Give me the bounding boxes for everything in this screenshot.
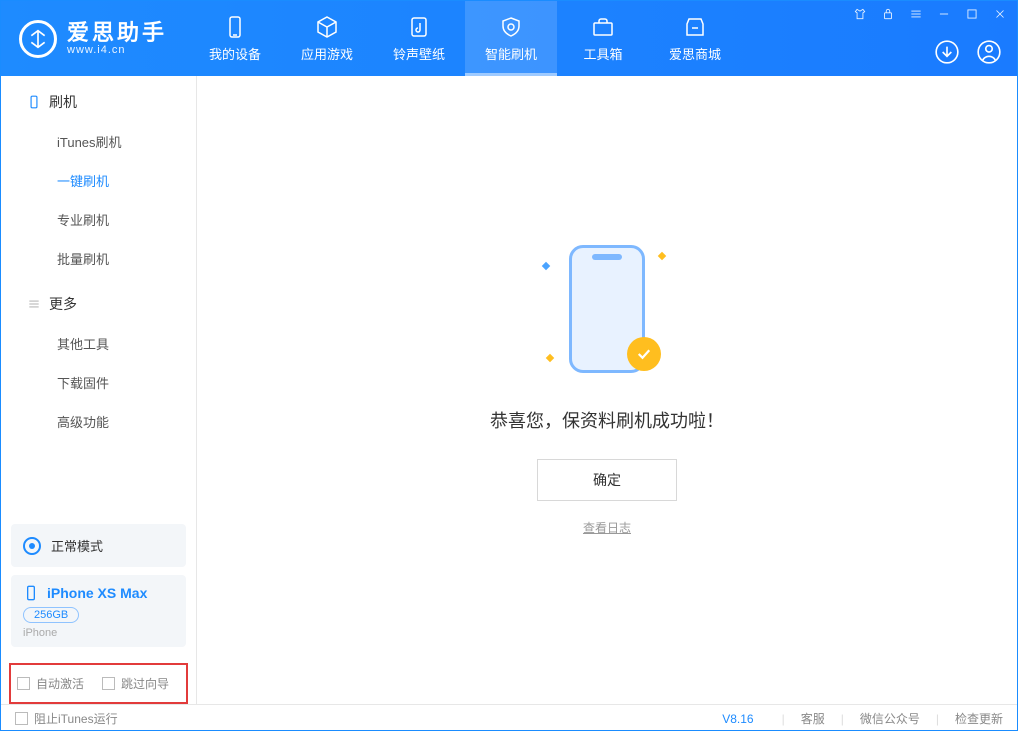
option-label: 自动激活: [36, 675, 84, 692]
sidebar-item-pro-flash[interactable]: 专业刷机: [1, 200, 196, 239]
tab-apps-games[interactable]: 应用游戏: [281, 1, 373, 76]
group-title: 更多: [49, 294, 77, 314]
tab-toolbox[interactable]: 工具箱: [557, 1, 649, 76]
titlebar: 爱思助手 www.i4.cn 我的设备 应用游戏 铃声壁纸 智能刷机 工具箱 爱…: [1, 1, 1017, 76]
maximize-icon[interactable]: [963, 5, 981, 23]
tab-label: 我的设备: [209, 44, 261, 63]
sidebar-item-other-tools[interactable]: 其他工具: [1, 324, 196, 363]
link-check-update[interactable]: 检查更新: [955, 710, 1003, 727]
ok-button[interactable]: 确定: [537, 459, 677, 501]
tab-label: 铃声壁纸: [393, 44, 445, 63]
logo-icon: [19, 20, 57, 58]
link-wechat[interactable]: 微信公众号: [860, 710, 920, 727]
tab-label: 工具箱: [584, 44, 623, 63]
checkmark-badge-icon: [627, 337, 661, 371]
mode-card[interactable]: 正常模式: [11, 524, 186, 567]
close-icon[interactable]: [991, 5, 1009, 23]
refresh-shield-icon: [498, 14, 524, 40]
mode-label: 正常模式: [51, 536, 103, 555]
store-icon: [682, 14, 708, 40]
tab-label: 应用游戏: [301, 44, 353, 63]
status-bar: 阻止iTunes运行 V8.16 | 客服 | 微信公众号 | 检查更新: [1, 704, 1017, 732]
tab-label: 爱思商城: [669, 44, 721, 63]
menu-icon[interactable]: [907, 5, 925, 23]
checkbox-icon: [15, 712, 28, 725]
sidebar-group-more: 更多: [1, 278, 196, 324]
download-icon[interactable]: [933, 38, 961, 66]
lock-icon[interactable]: [879, 5, 897, 23]
flash-options-highlight: 自动激活 跳过向导: [9, 663, 188, 704]
option-block-itunes[interactable]: 阻止iTunes运行: [15, 710, 118, 727]
app-url: www.i4.cn: [67, 44, 167, 56]
success-illustration: [547, 245, 667, 385]
tab-my-device[interactable]: 我的设备: [189, 1, 281, 76]
menu-list-icon: [27, 297, 41, 311]
success-message: 恭喜您，保资料刷机成功啦！: [490, 407, 724, 433]
option-label: 阻止iTunes运行: [34, 710, 118, 727]
tab-ringtones-wallpapers[interactable]: 铃声壁纸: [373, 1, 465, 76]
phone-icon: [222, 14, 248, 40]
device-capacity: 256GB: [23, 607, 79, 623]
main-content: 恭喜您，保资料刷机成功啦！ 确定 查看日志: [197, 76, 1017, 704]
window-controls: [851, 5, 1009, 23]
sidebar: 刷机 iTunes刷机 一键刷机 专业刷机 批量刷机 更多 其他工具 下载固件 …: [1, 76, 197, 704]
music-note-icon: [406, 14, 432, 40]
device-icon: [27, 95, 41, 109]
app-logo: 爱思助手 www.i4.cn: [1, 1, 189, 76]
checkbox-icon: [17, 677, 30, 690]
tab-smart-flash[interactable]: 智能刷机: [465, 1, 557, 76]
device-phone-icon: [23, 585, 39, 601]
tab-label: 智能刷机: [485, 44, 537, 63]
option-skip-guide[interactable]: 跳过向导: [102, 675, 169, 692]
device-name: iPhone XS Max: [47, 585, 147, 601]
device-card[interactable]: iPhone XS Max 256GB iPhone: [11, 575, 186, 647]
cube-icon: [314, 14, 340, 40]
option-label: 跳过向导: [121, 675, 169, 692]
user-icon[interactable]: [975, 38, 1003, 66]
minimize-icon[interactable]: [935, 5, 953, 23]
version-label: V8.16: [722, 712, 753, 726]
sidebar-item-itunes-flash[interactable]: iTunes刷机: [1, 122, 196, 161]
shirt-icon[interactable]: [851, 5, 869, 23]
sidebar-group-flash: 刷机: [1, 76, 196, 122]
group-title: 刷机: [49, 92, 77, 112]
sidebar-item-batch-flash[interactable]: 批量刷机: [1, 239, 196, 278]
sidebar-item-advanced[interactable]: 高级功能: [1, 402, 196, 441]
account-tools: [933, 38, 1003, 66]
sidebar-item-oneclick-flash[interactable]: 一键刷机: [1, 161, 196, 200]
link-support[interactable]: 客服: [801, 710, 825, 727]
nav-tabs: 我的设备 应用游戏 铃声壁纸 智能刷机 工具箱 爱思商城: [189, 1, 741, 76]
checkbox-icon: [102, 677, 115, 690]
app-name: 爱思助手: [67, 22, 167, 44]
tab-store[interactable]: 爱思商城: [649, 1, 741, 76]
sidebar-item-download-firmware[interactable]: 下载固件: [1, 363, 196, 402]
toolbox-icon: [590, 14, 616, 40]
option-auto-activate[interactable]: 自动激活: [17, 675, 84, 692]
mode-indicator-icon: [23, 537, 41, 555]
device-subtype: iPhone: [23, 627, 174, 639]
view-log-link[interactable]: 查看日志: [583, 519, 631, 536]
